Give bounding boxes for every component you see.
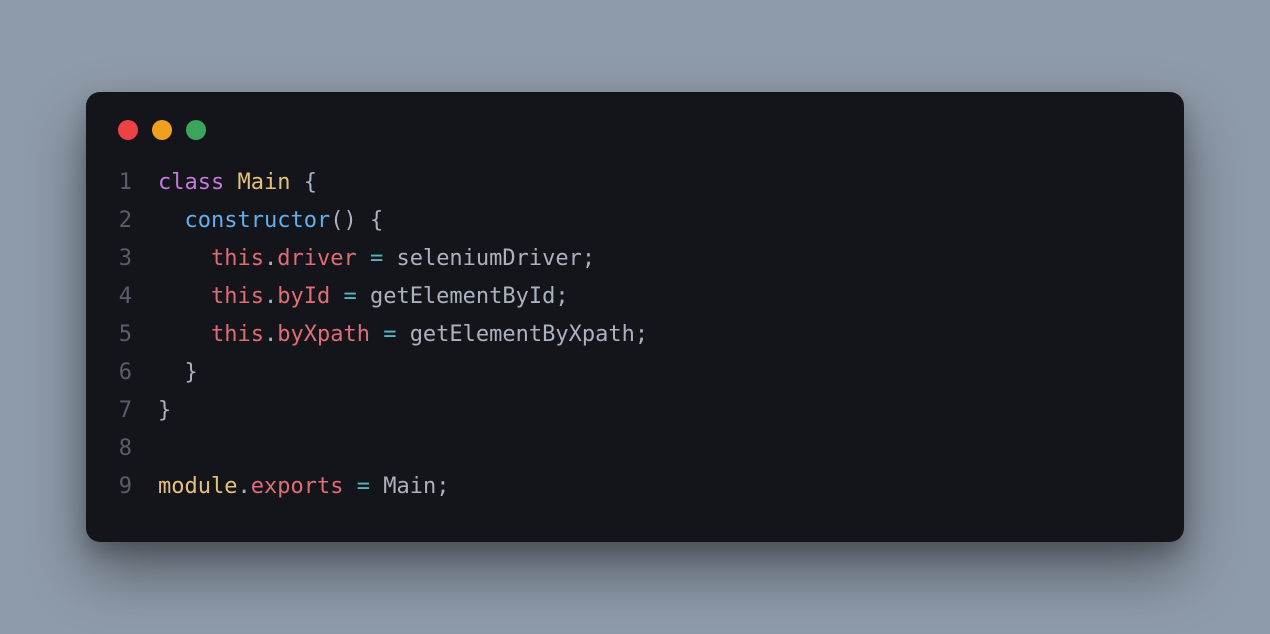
- code-line: 1class Main {: [114, 164, 1156, 202]
- code-line: 7}: [114, 392, 1156, 430]
- line-number: 6: [114, 354, 158, 392]
- line-number: 9: [114, 468, 158, 506]
- minimize-icon[interactable]: [152, 120, 172, 140]
- code-line: 6 }: [114, 354, 1156, 392]
- code-content: }: [158, 392, 171, 430]
- window-titlebar: [86, 92, 1184, 158]
- line-number: 3: [114, 240, 158, 278]
- line-number: 5: [114, 316, 158, 354]
- code-content: module.exports = Main;: [158, 468, 449, 506]
- code-content: constructor() {: [158, 202, 383, 240]
- code-line: 4 this.byId = getElementById;: [114, 278, 1156, 316]
- code-editor[interactable]: 1class Main {2 constructor() {3 this.dri…: [86, 158, 1184, 542]
- close-icon[interactable]: [118, 120, 138, 140]
- line-number: 4: [114, 278, 158, 316]
- code-content: this.byXpath = getElementByXpath;: [158, 316, 648, 354]
- line-number: 8: [114, 430, 158, 468]
- code-line: 8: [114, 430, 1156, 468]
- code-line: 2 constructor() {: [114, 202, 1156, 240]
- code-content: this.byId = getElementById;: [158, 278, 569, 316]
- code-line: 3 this.driver = seleniumDriver;: [114, 240, 1156, 278]
- code-line: 9module.exports = Main;: [114, 468, 1156, 506]
- line-number: 7: [114, 392, 158, 430]
- code-window: 1class Main {2 constructor() {3 this.dri…: [86, 92, 1184, 542]
- line-number: 2: [114, 202, 158, 240]
- line-number: 1: [114, 164, 158, 202]
- code-content: }: [158, 354, 198, 392]
- maximize-icon[interactable]: [186, 120, 206, 140]
- code-content: this.driver = seleniumDriver;: [158, 240, 595, 278]
- code-content: class Main {: [158, 164, 317, 202]
- code-line: 5 this.byXpath = getElementByXpath;: [114, 316, 1156, 354]
